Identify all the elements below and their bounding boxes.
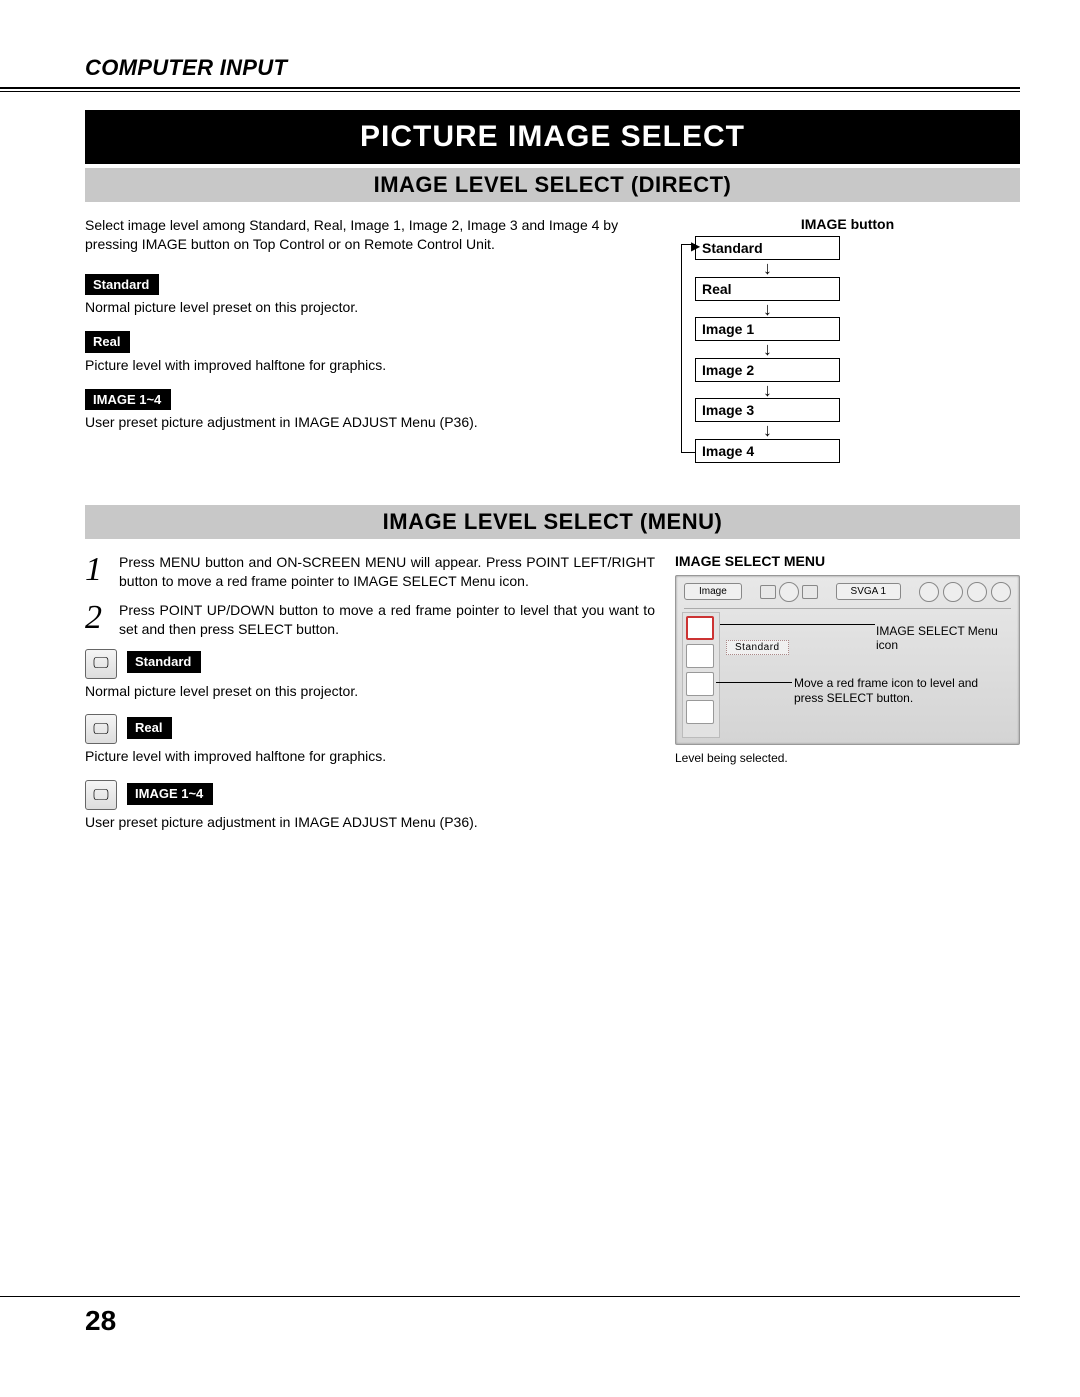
- image-button-flow: ▶ Standard ↓ Real ↓ Image 1 ↓ Image 2 ↓ …: [695, 236, 840, 463]
- option-label-standard: Standard: [85, 274, 159, 296]
- flow-item: Image 3: [695, 398, 840, 422]
- option-label-standard-2: Standard: [127, 651, 201, 673]
- section-header: COMPUTER INPUT: [85, 55, 1020, 81]
- monitor-icon: 🖵: [85, 649, 117, 679]
- sidebar-level-icon: [686, 616, 714, 640]
- mode-dot-icon: [779, 582, 799, 602]
- arrow-down-icon: ↓: [695, 303, 840, 316]
- sidebar-level-icon: [686, 644, 714, 668]
- toolbar-icon: [991, 582, 1011, 602]
- toolbar-icon: [943, 582, 963, 602]
- arrow-down-icon: ↓: [695, 343, 840, 356]
- page-number: 28: [85, 1305, 116, 1337]
- callout-move-frame: Move a red frame icon to level and press…: [794, 676, 1009, 706]
- right-arrow-icon: [802, 585, 818, 599]
- image-button-title: IMAGE button: [675, 216, 1020, 232]
- option-label-image14: IMAGE 1~4: [85, 389, 171, 411]
- step-text-2: Press POINT UP/DOWN button to move a red…: [119, 601, 655, 639]
- toolbar-icon: [919, 582, 939, 602]
- option-desc-image14-2: User preset picture adjustment in IMAGE …: [85, 813, 655, 832]
- image-select-menu-title: IMAGE SELECT MENU: [675, 553, 1020, 569]
- arrow-down-icon: ↓: [695, 262, 840, 275]
- arrow-down-icon: ↓: [695, 424, 840, 437]
- callout-line: [716, 682, 792, 683]
- option-label-image14-2: IMAGE 1~4: [127, 783, 213, 805]
- monitor-icon: 🖵: [85, 780, 117, 810]
- option-desc-real: Picture level with improved halftone for…: [85, 356, 655, 375]
- osd-selected-item: Standard: [726, 640, 789, 655]
- option-label-real-2: Real: [127, 717, 172, 739]
- monitor-icon: 🖵: [85, 714, 117, 744]
- sidebar-level-icon: [686, 672, 714, 696]
- step-text-1: Press MENU button and ON-SCREEN MENU wil…: [119, 553, 655, 591]
- callout-line: [720, 624, 875, 625]
- option-desc-real-2: Picture level with improved halftone for…: [85, 747, 655, 766]
- sidebar-level-icon: [686, 700, 714, 724]
- osd-sidebar: [682, 612, 720, 738]
- left-arrow-icon: [760, 585, 776, 599]
- step-number-2: 2: [85, 601, 107, 639]
- flow-item: Standard: [695, 236, 840, 260]
- osd-tab-label: Image: [684, 583, 742, 600]
- arrow-down-icon: ↓: [695, 384, 840, 397]
- toolbar-icon: [967, 582, 987, 602]
- header-rule: [0, 87, 1020, 92]
- flow-item: Image 1: [695, 317, 840, 341]
- callout-image-select-icon: IMAGE SELECT Menu icon: [876, 624, 1006, 653]
- subsection-heading-menu: IMAGE LEVEL SELECT (MENU): [85, 505, 1020, 539]
- subsection-heading-direct: IMAGE LEVEL SELECT (DIRECT): [85, 168, 1020, 202]
- osd-window: Image SVGA 1: [675, 575, 1020, 745]
- step-number-1: 1: [85, 553, 107, 591]
- flow-item: Image 2: [695, 358, 840, 382]
- page-title-bar: PICTURE IMAGE SELECT: [85, 110, 1020, 164]
- footer-rule: [0, 1296, 1020, 1297]
- intro-text: Select image level among Standard, Real,…: [85, 216, 655, 254]
- level-selected-note: Level being selected.: [675, 751, 1020, 765]
- flow-item: Image 4: [695, 439, 840, 463]
- option-desc-standard: Normal picture level preset on this proj…: [85, 298, 655, 317]
- loop-arrow-icon: ▶: [691, 239, 700, 253]
- option-desc-standard-2: Normal picture level preset on this proj…: [85, 682, 655, 701]
- flow-item: Real: [695, 277, 840, 301]
- option-label-real: Real: [85, 331, 130, 353]
- osd-mode-label: SVGA 1: [836, 583, 902, 600]
- option-desc-image14: User preset picture adjustment in IMAGE …: [85, 413, 655, 432]
